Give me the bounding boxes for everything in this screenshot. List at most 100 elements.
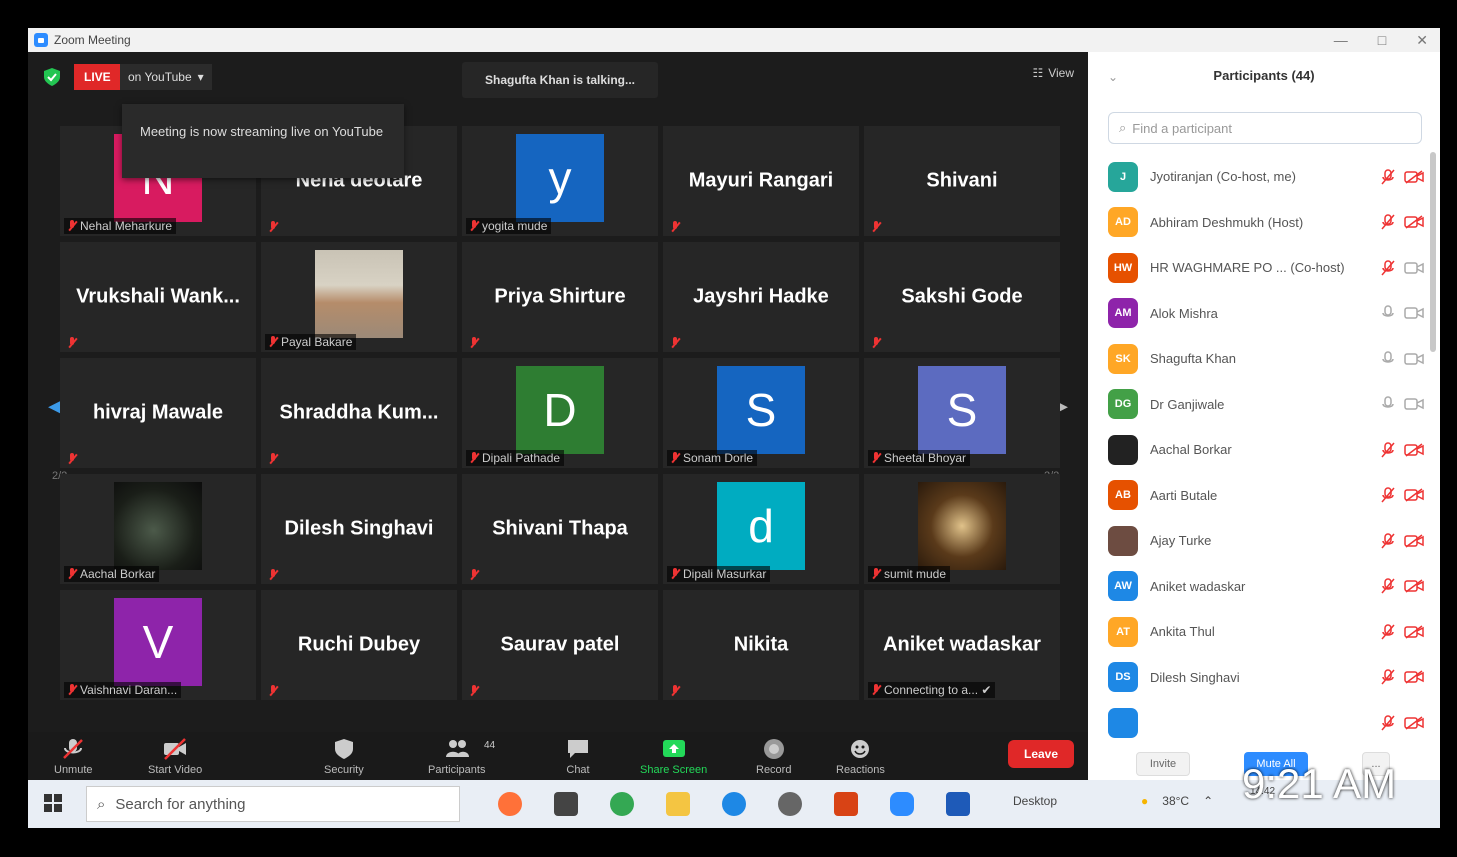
video-tile[interactable]: Mayuri Rangari (663, 126, 859, 236)
firefox-icon[interactable] (498, 792, 522, 816)
share-screen-button[interactable]: Share Screen (640, 738, 707, 776)
participant-row[interactable]: DS Dilesh Singhavi (1108, 655, 1424, 701)
video-tile[interactable]: Nikita (663, 590, 859, 700)
participant-name: Sakshi Gode (901, 285, 1023, 308)
video-off-icon[interactable] (1404, 625, 1424, 639)
close-button[interactable]: ✕ (1416, 32, 1428, 49)
video-tile[interactable]: Aniket wadaskar Connecting to a... ✔ (864, 590, 1060, 700)
desktop-label[interactable]: Desktop (1013, 794, 1057, 808)
video-tile[interactable]: Vrukshali Wank... (60, 242, 256, 352)
mic-muted-icon[interactable] (1380, 624, 1396, 640)
video-off-icon[interactable] (1404, 579, 1424, 593)
video-tile[interactable]: Shivani Thapa (462, 474, 658, 584)
invite-button[interactable]: Invite (1136, 752, 1190, 776)
video-icon[interactable] (1404, 261, 1424, 275)
video-tile[interactable]: Priya Shirture (462, 242, 658, 352)
participant-row[interactable]: AT Ankita Thul (1108, 609, 1424, 655)
video-tile[interactable]: S Sheetal Bhoyar (864, 358, 1060, 468)
video-tile[interactable]: Sakshi Gode (864, 242, 1060, 352)
video-icon[interactable] (1404, 397, 1424, 411)
video-tile[interactable]: V Vaishnavi Daran... (60, 590, 256, 700)
video-off-icon[interactable] (1404, 534, 1424, 548)
participant-row[interactable]: Aachal Borkar (1108, 427, 1424, 473)
powerpoint-icon[interactable] (834, 792, 858, 816)
participants-icon (445, 740, 469, 757)
participants-button[interactable]: Participants (428, 738, 485, 776)
settings-gear-icon[interactable] (778, 792, 802, 816)
mic-muted-icon[interactable] (1380, 260, 1396, 276)
participant-row[interactable] (1108, 700, 1424, 739)
participant-row[interactable]: AD Abhiram Deshmukh (Host) (1108, 200, 1424, 246)
security-button[interactable]: Security (324, 738, 364, 776)
participant-row[interactable]: DG Dr Ganjiwale (1108, 382, 1424, 428)
video-tile[interactable]: Aachal Borkar (60, 474, 256, 584)
start-video-button[interactable]: Start Video (148, 738, 202, 776)
windows-start-icon[interactable] (44, 794, 62, 812)
mic-muted-icon[interactable] (1380, 669, 1396, 685)
video-off-icon[interactable] (1404, 670, 1424, 684)
record-button[interactable]: Record (756, 738, 791, 776)
mic-muted-icon[interactable] (1380, 442, 1396, 458)
participant-row[interactable]: AM Alok Mishra (1108, 291, 1424, 337)
video-off-icon[interactable] (1404, 443, 1424, 457)
mic-icon[interactable] (1380, 305, 1396, 321)
avatar: S (918, 366, 1006, 454)
video-tile[interactable]: hivraj Mawale (60, 358, 256, 468)
video-tile[interactable]: S Sonam Dorle (663, 358, 859, 468)
video-tile[interactable]: Saurav patel (462, 590, 658, 700)
mic-muted-icon[interactable] (1380, 487, 1396, 503)
taskbar-search-input[interactable]: ⌕ Search for anything (86, 786, 460, 822)
store-icon[interactable] (554, 792, 578, 816)
mic-icon[interactable] (1380, 396, 1396, 412)
video-tile[interactable]: d Dipali Masurkar (663, 474, 859, 584)
encryption-shield-icon[interactable] (44, 68, 60, 86)
video-tile[interactable]: Shivani (864, 126, 1060, 236)
participant-row[interactable]: HW HR WAGHMARE PO ... (Co-host) (1108, 245, 1424, 291)
edge-icon[interactable] (722, 792, 746, 816)
video-tile[interactable]: Jayshri Hadke (663, 242, 859, 352)
mic-muted-icon[interactable] (1380, 578, 1396, 594)
chat-button[interactable]: Chat (566, 738, 590, 776)
unmute-button[interactable]: Unmute (54, 738, 93, 776)
video-off-icon[interactable] (1404, 170, 1424, 184)
chrome-icon[interactable] (610, 792, 634, 816)
video-tile[interactable]: y yogita mude (462, 126, 658, 236)
file-explorer-icon[interactable] (666, 792, 690, 816)
participant-row[interactable]: J Jyotiranjan (Co-host, me) (1108, 154, 1424, 200)
participant-list-scrollbar[interactable] (1430, 152, 1436, 352)
mic-muted-icon[interactable] (1380, 214, 1396, 230)
view-button[interactable]: ☷ View (1032, 66, 1074, 80)
participant-search-input[interactable]: ⌕ Find a participant (1108, 112, 1422, 144)
participant-row[interactable]: SK Shagufta Khan (1108, 336, 1424, 382)
stream-destination-dropdown[interactable]: on YouTube ▾ (120, 64, 212, 90)
video-icon[interactable] (1404, 352, 1424, 366)
chevron-up-icon[interactable]: ⌃ (1203, 794, 1213, 808)
participant-row[interactable]: AW Aniket wadaskar (1108, 564, 1424, 610)
tile-caption: yogita mude (466, 218, 552, 234)
video-tile[interactable]: Dilesh Singhavi (261, 474, 457, 584)
video-tile[interactable]: Payal Bakare (261, 242, 457, 352)
video-off-icon[interactable] (1404, 215, 1424, 229)
video-off-icon[interactable] (1404, 716, 1424, 730)
video-off-icon[interactable] (1404, 488, 1424, 502)
mic-muted-icon[interactable] (1380, 169, 1396, 185)
minimize-button[interactable]: — (1334, 32, 1348, 48)
mic-muted-icon (68, 337, 76, 349)
video-tile[interactable]: Shraddha Kum... (261, 358, 457, 468)
participant-row[interactable]: Ajay Turke (1108, 518, 1424, 564)
word-icon[interactable] (946, 792, 970, 816)
video-icon[interactable] (1404, 306, 1424, 320)
maximize-button[interactable]: □ (1378, 32, 1386, 48)
video-tile[interactable]: D Dipali Pathade (462, 358, 658, 468)
live-badge[interactable]: LIVE (74, 64, 121, 90)
tile-caption: Dipali Masurkar (667, 566, 771, 582)
leave-button[interactable]: Leave (1008, 740, 1074, 768)
mic-icon[interactable] (1380, 351, 1396, 367)
video-tile[interactable]: Ruchi Dubey (261, 590, 457, 700)
mic-muted-icon[interactable] (1380, 715, 1396, 731)
reactions-button[interactable]: Reactions (836, 738, 885, 776)
video-tile[interactable]: sumit mude (864, 474, 1060, 584)
zoom-taskbar-icon[interactable] (890, 792, 914, 816)
mic-muted-icon[interactable] (1380, 533, 1396, 549)
participant-row[interactable]: AB Aarti Butale (1108, 473, 1424, 519)
